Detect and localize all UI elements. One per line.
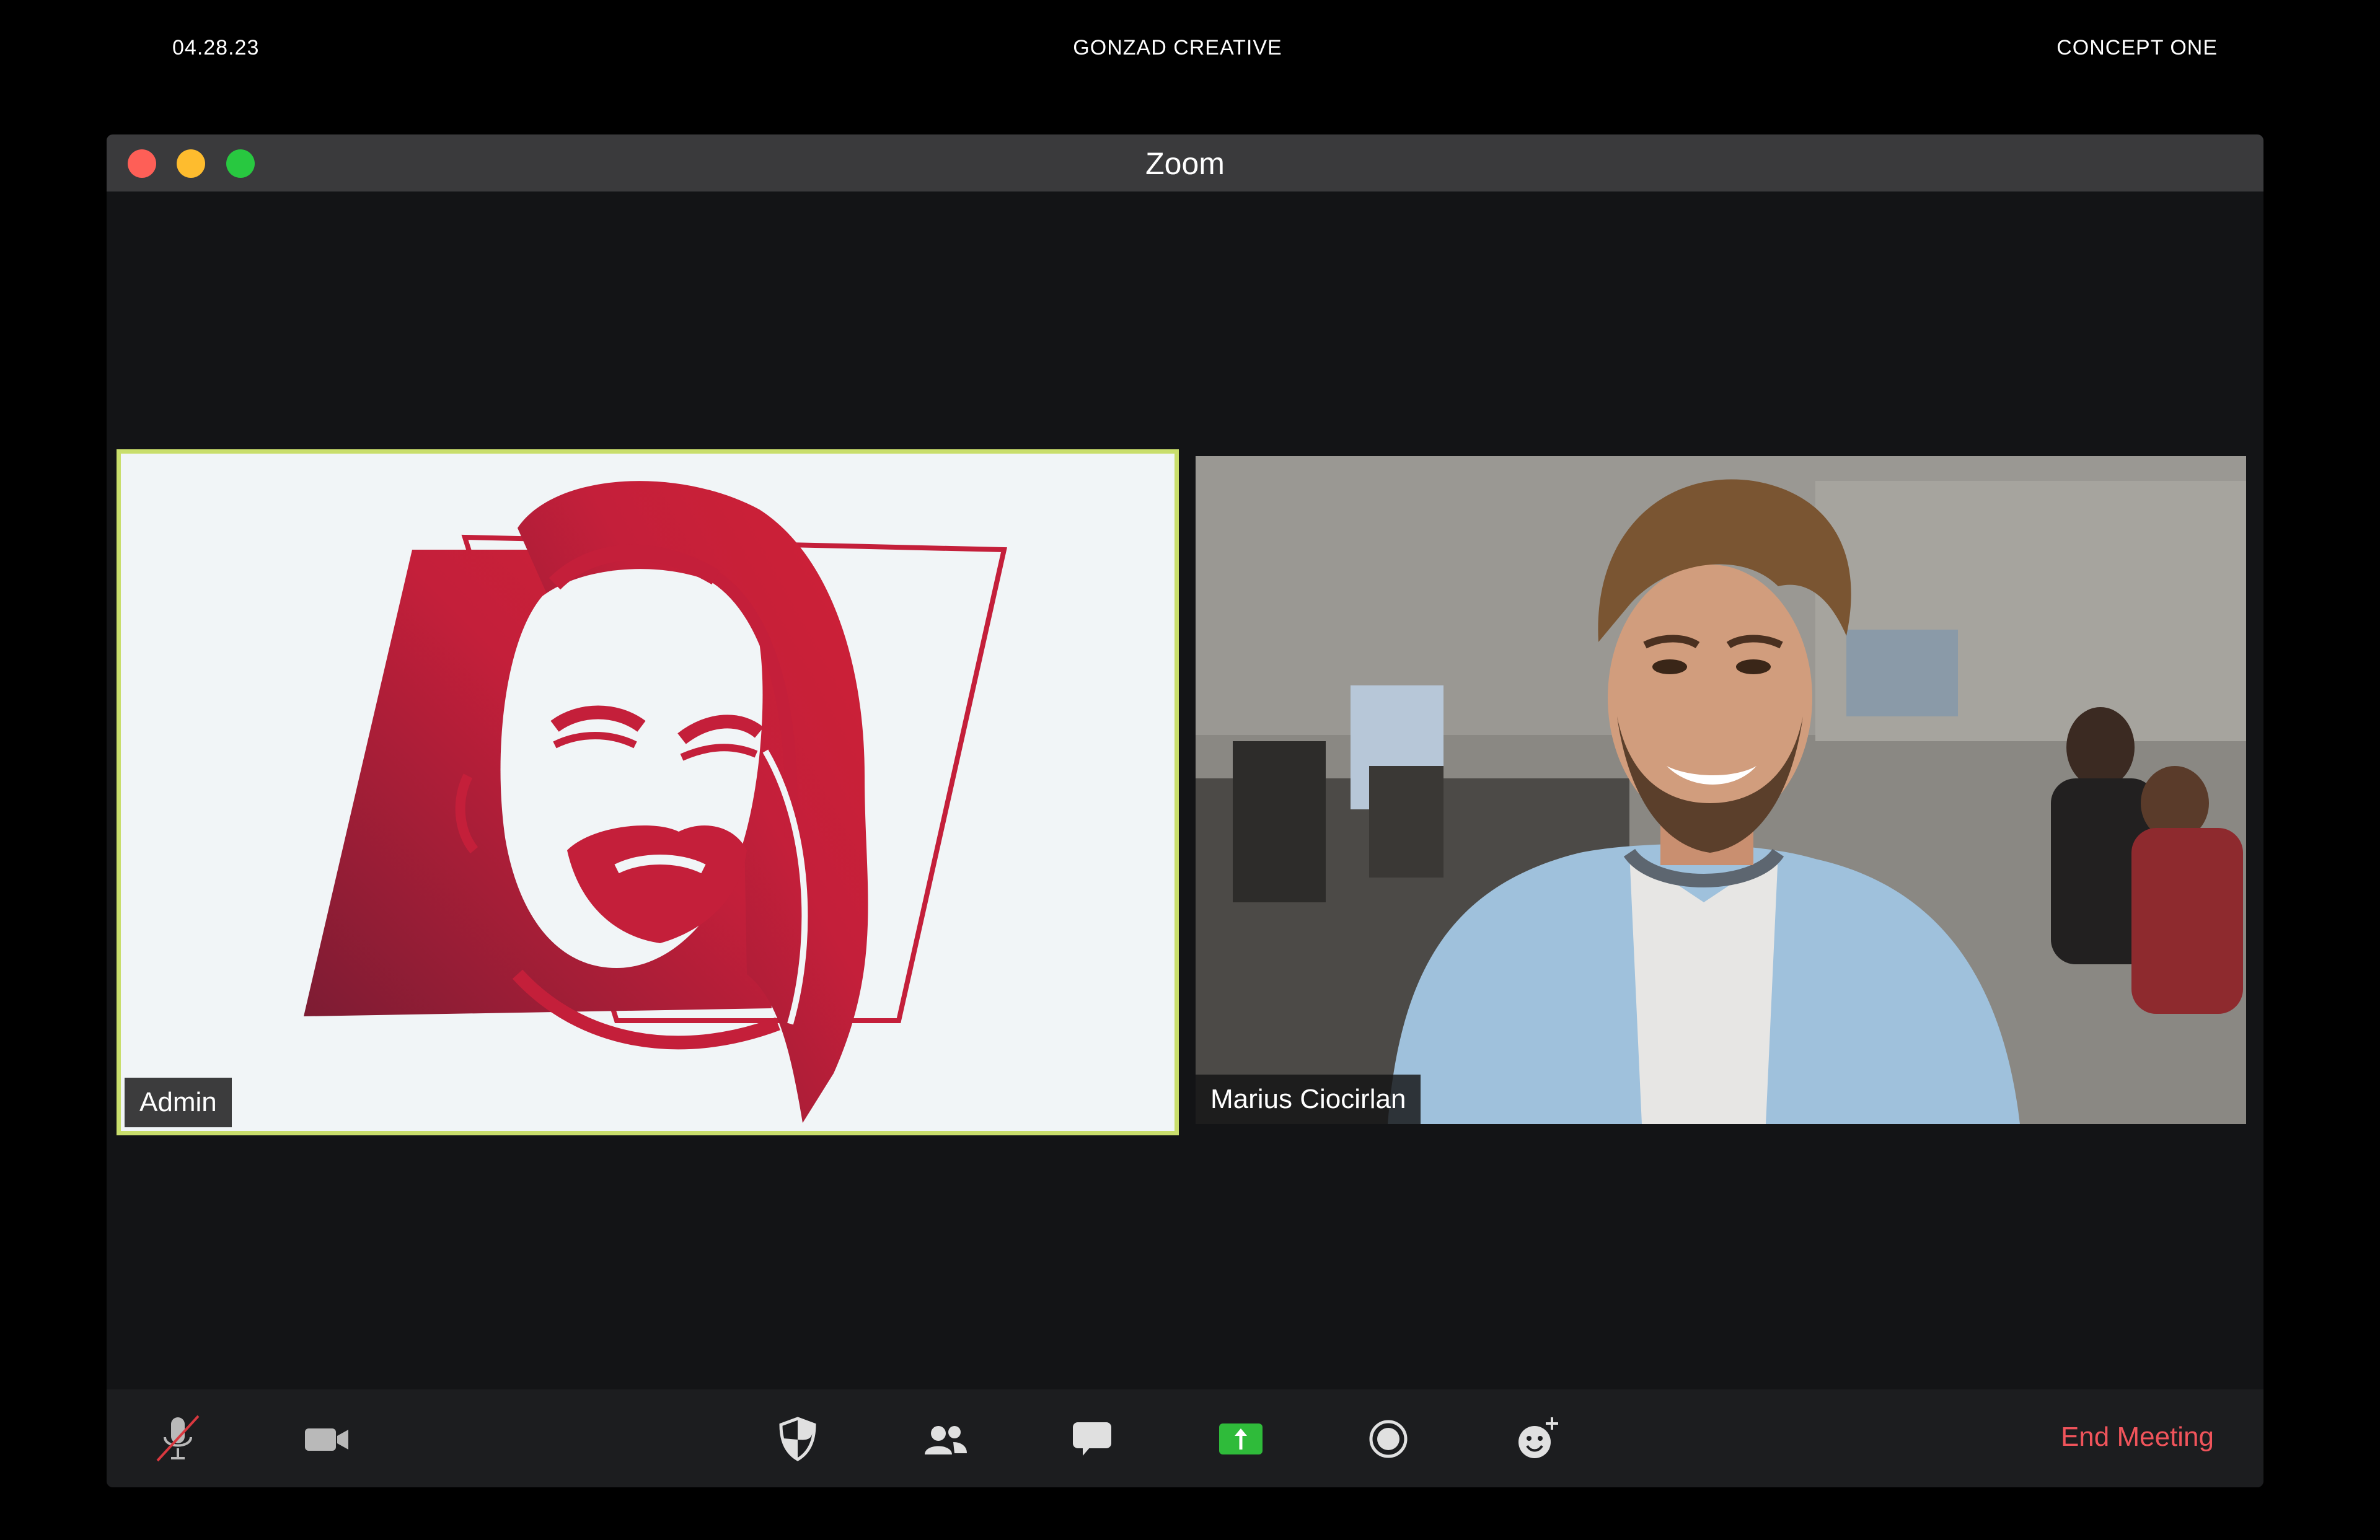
participant-tile-admin[interactable]: Admin [117,449,1179,1135]
zoom-window: Zoom Admin Marius Ciocirlan End Meeting [107,134,2263,1487]
participants-icon[interactable] [917,1411,973,1467]
window-titlebar: Zoom [107,134,2263,191]
meeting-toolbar: End Meeting [107,1389,2263,1487]
header-studio: GONZAD CREATIVE [1073,36,1282,59]
microphone-muted-icon[interactable] [150,1411,206,1467]
admin-logo-avatar [304,481,1007,1123]
participant-tile-marius[interactable]: Marius Ciocirlan [1196,456,2246,1124]
participant-name-label: Admin [125,1078,232,1127]
chat-icon[interactable] [1064,1411,1120,1467]
presentation-header: 04.28.23 GONZAD CREATIVE CONCEPT ONE [0,0,2380,105]
window-title: Zoom [1145,146,1225,181]
header-concept: CONCEPT ONE [2056,36,2218,59]
record-icon[interactable] [1360,1411,1416,1467]
video-camera-icon[interactable] [299,1411,355,1467]
share-screen-icon[interactable] [1213,1411,1269,1467]
reactions-icon[interactable] [1509,1411,1564,1467]
participant-video-feed [1196,456,2246,1124]
end-meeting-button[interactable]: End Meeting [2061,1422,2214,1453]
participant-name-label: Marius Ciocirlan [1196,1075,1421,1124]
security-shield-icon[interactable] [770,1411,826,1467]
